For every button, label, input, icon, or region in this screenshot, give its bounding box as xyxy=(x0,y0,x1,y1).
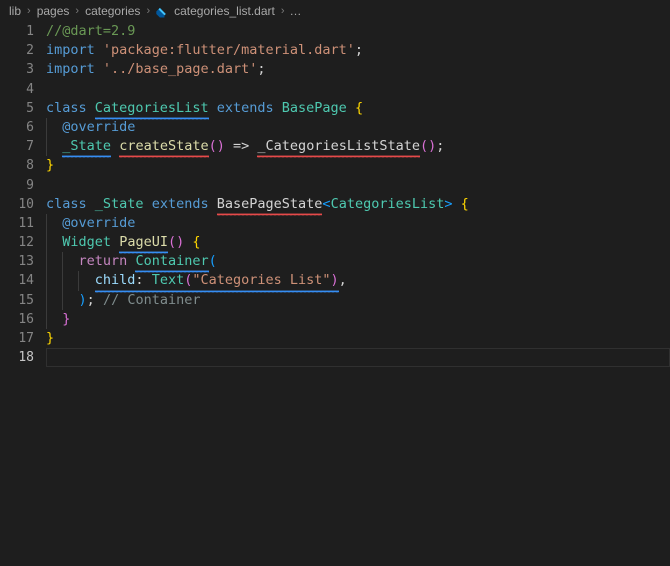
line-number: 16 xyxy=(18,311,34,327)
code-line[interactable]: 15 ); // Container xyxy=(0,290,670,310)
code-line[interactable]: 8 } xyxy=(0,156,670,175)
breadcrumb-separator-icon: › xyxy=(146,5,151,17)
breadcrumb-item-lib[interactable]: lib xyxy=(8,4,22,18)
line-content[interactable] xyxy=(46,176,670,195)
code-line[interactable]: 16 } xyxy=(0,309,670,329)
line-content[interactable]: import '../base_page.dart'; xyxy=(46,60,670,79)
code-line[interactable]: 2 import 'package:flutter/material.dart'… xyxy=(0,41,670,60)
line-number: 2 xyxy=(26,43,34,59)
line-content[interactable]: @override xyxy=(46,117,670,138)
code-editor[interactable]: 1 //@dart=2.9 2 import 'package:flutter/… xyxy=(0,22,670,566)
code-line[interactable]: 1 //@dart=2.9 xyxy=(0,22,670,41)
line-number: 11 xyxy=(18,215,34,231)
breadcrumb-item-categories[interactable]: categories xyxy=(84,4,141,18)
line-number: 13 xyxy=(18,254,34,270)
code-line[interactable]: 7 _State createState() => _CategoriesLis… xyxy=(0,137,670,159)
line-content[interactable]: //@dart=2.9 xyxy=(46,22,670,41)
code-line[interactable]: 17 } xyxy=(0,329,670,348)
line-content[interactable]: class _State extends BasePageState<Categ… xyxy=(46,195,670,217)
line-content[interactable]: import 'package:flutter/material.dart'; xyxy=(46,41,670,60)
line-content[interactable] xyxy=(46,348,670,368)
line-content[interactable]: @override xyxy=(46,213,670,234)
breadcrumb-item-file[interactable]: categories_list.dart xyxy=(173,4,276,18)
code-line[interactable]: 11 @override xyxy=(0,213,670,234)
code-line[interactable]: 4 xyxy=(0,80,670,99)
breadcrumb-separator-icon: › xyxy=(27,5,31,17)
line-content[interactable]: _State createState() => _CategoriesListS… xyxy=(46,137,670,159)
line-number: 7 xyxy=(26,139,34,155)
line-content[interactable]: class CategoriesList extends BasePage { xyxy=(46,99,670,121)
line-number: 15 xyxy=(18,292,34,308)
code-line[interactable]: 3 import '../base_page.dart'; xyxy=(0,60,670,79)
line-number: 9 xyxy=(26,177,34,193)
breadcrumb-item-pages[interactable]: pages xyxy=(36,4,71,18)
line-content[interactable]: } xyxy=(46,156,670,175)
line-number: 12 xyxy=(18,235,34,251)
line-content[interactable] xyxy=(46,80,670,99)
line-number-active: 18 xyxy=(18,350,34,366)
line-number: 14 xyxy=(18,273,34,289)
line-content[interactable]: child: Text("Categories List"), xyxy=(46,271,670,293)
code-line[interactable]: 6 @override xyxy=(0,117,670,138)
line-number: 1 xyxy=(26,24,34,39)
line-number: 8 xyxy=(26,158,34,174)
code-line[interactable]: 14 child: Text("Categories List"), xyxy=(0,271,670,293)
line-content[interactable]: } xyxy=(46,329,670,348)
code-line[interactable]: 12 Widget PageUI() { xyxy=(0,233,670,255)
breadcrumb-separator-icon: › xyxy=(280,5,285,17)
code-line[interactable]: 9 xyxy=(0,176,670,195)
line-number: 3 xyxy=(26,62,34,78)
dart-file-icon xyxy=(155,6,168,19)
code-line[interactable]: 5 class CategoriesList extends BasePage … xyxy=(0,99,670,121)
line-number: 10 xyxy=(18,196,34,212)
line-content[interactable]: ); // Container xyxy=(46,290,670,310)
code-line-active[interactable]: 18 xyxy=(0,348,670,368)
code-line[interactable]: 13 return Container( xyxy=(0,252,670,274)
line-number: 6 xyxy=(26,119,34,135)
line-content[interactable]: } xyxy=(46,309,670,329)
line-content[interactable]: return Container( xyxy=(46,252,670,274)
breadcrumb-separator-icon: › xyxy=(75,5,80,17)
line-number: 4 xyxy=(26,81,34,97)
line-number: 5 xyxy=(26,100,34,116)
line-number: 17 xyxy=(18,331,34,346)
breadcrumb-item-more[interactable]: … xyxy=(290,4,303,18)
breadcrumb: lib › pages › categories › categories_li… xyxy=(0,0,670,22)
code-line[interactable]: 10 class _State extends BasePageState<Ca… xyxy=(0,195,670,217)
line-content[interactable]: Widget PageUI() { xyxy=(46,233,670,255)
